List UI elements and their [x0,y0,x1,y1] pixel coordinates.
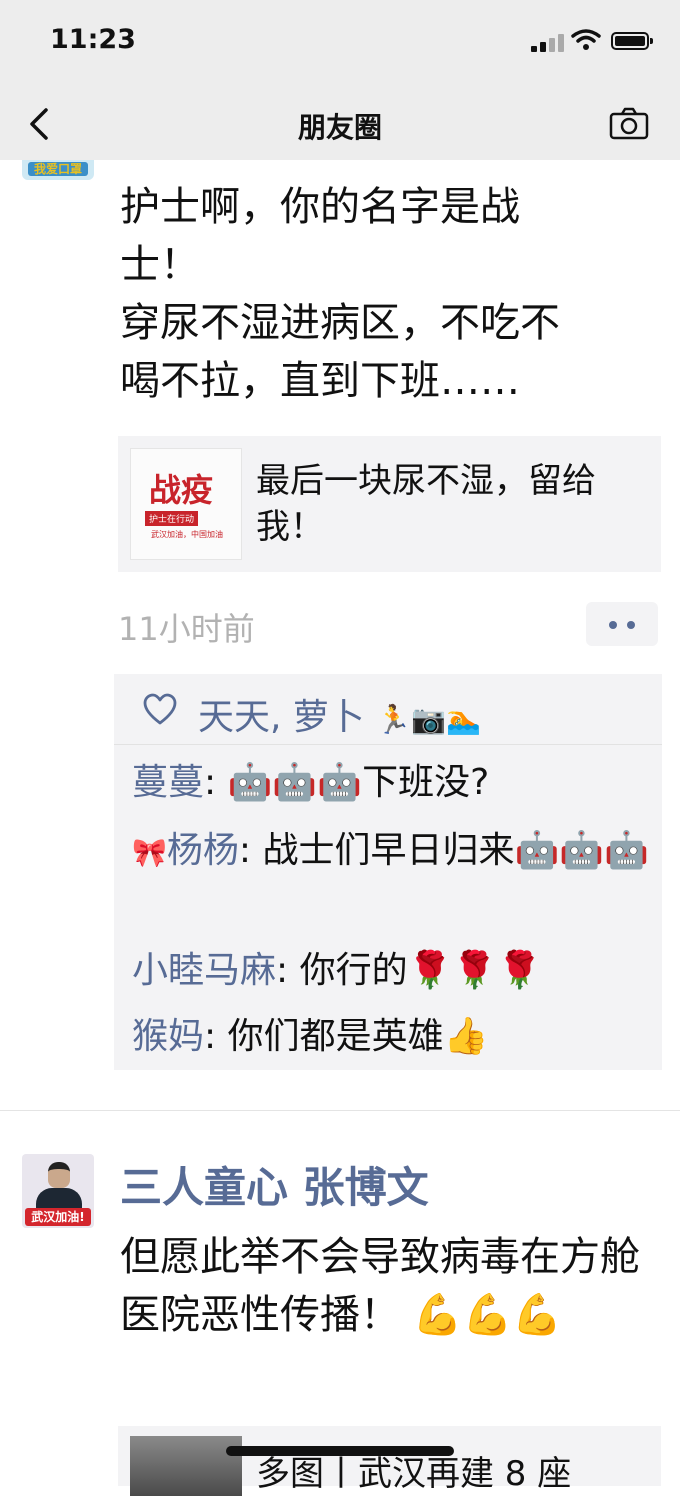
post-text: 护士啊，你的名字是战 士！ 穿尿不湿进病区，不吃不 喝不拉，直到下班…… [120,184,560,404]
comment-text: 战士们早日归来🤖🤖🤖 [262,830,649,871]
bow-icon: 🎀 [132,836,167,869]
status-bar: 11:23 [0,0,680,88]
comment[interactable]: 蔓蔓: 🤖🤖🤖下班没? [132,756,652,810]
status-time: 11:23 [50,24,136,55]
cellular-signal-icon [531,32,567,52]
comment[interactable]: 🎀杨杨: 战士们早日归来🤖🤖🤖 [132,824,652,880]
comment-text: 🤖🤖🤖下班没? [227,762,490,803]
comment[interactable]: 小睦马麻: 你行的🌹🌹🌹 [132,944,652,998]
thumbnail-subtitle: 护士在行动 [145,511,199,526]
nav-bar: 朋友圈 [0,88,680,160]
heart-icon [143,693,177,725]
link-title: 最后一块尿不湿，留给我！ [256,461,596,547]
comment-text: 你行的🌹🌹🌹 [299,950,543,991]
link-card[interactable]: 多图丨武汉再建 8 座 [118,1426,661,1496]
post-text: 但愿此举不会导致病毒在方舱医院恶性传播！ 💪💪💪 [120,1234,640,1338]
comment-author[interactable]: 猴妈 [132,1016,204,1057]
likes-row: 天天, 萝卜 🏃📷🏊 [114,674,662,745]
post-author[interactable]: 三人童心 张博文 [120,1154,429,1215]
thumbnail-footer: 武汉加油，中国加油 [151,530,223,539]
interaction-box: 天天, 萝卜 🏃📷🏊 蔓蔓: 🤖🤖🤖下班没? 🎀杨杨: 战士们早日归来🤖🤖🤖 小… [114,674,662,1070]
page-title: 朋友圈 [297,111,382,144]
avatar[interactable]: 我爱口罩 [22,160,94,180]
likes-emojis: 🏃📷🏊 [376,703,481,736]
comment-author[interactable]: 蔓蔓 [132,762,204,803]
home-indicator[interactable] [226,1446,454,1456]
comment[interactable]: 猴妈: 你们都是英雄👍 [132,1010,652,1064]
dot-icon [609,621,617,629]
comment-author[interactable]: 小睦马麻 [132,950,276,991]
avatar-banner: 武汉加油! [25,1208,91,1226]
avatar-badge: 我爱口罩 [28,162,88,176]
dot-icon [627,621,635,629]
post-divider [0,1110,680,1111]
post-timestamp: 11小时前 [118,610,255,648]
link-card[interactable]: 战疫 护士在行动 武汉加油，中国加油 最后一块尿不湿，留给我！ [118,436,661,572]
avatar[interactable]: 武汉加油! [22,1154,94,1228]
link-thumbnail: 战疫 护士在行动 武汉加油，中国加油 [130,448,242,560]
likes-names[interactable]: 天天, 萝卜 [198,697,365,738]
comment-author[interactable]: 杨杨 [167,830,239,871]
comment-text: 你们都是英雄👍 [227,1016,489,1057]
thumbnail-title: 战疫 [149,471,214,509]
link-thumbnail [130,1436,242,1496]
avatar-person-head [48,1162,70,1188]
wifi-icon [571,29,601,50]
camera-icon[interactable] [608,104,650,144]
battery-icon [611,32,653,50]
more-actions-button[interactable] [586,602,658,646]
